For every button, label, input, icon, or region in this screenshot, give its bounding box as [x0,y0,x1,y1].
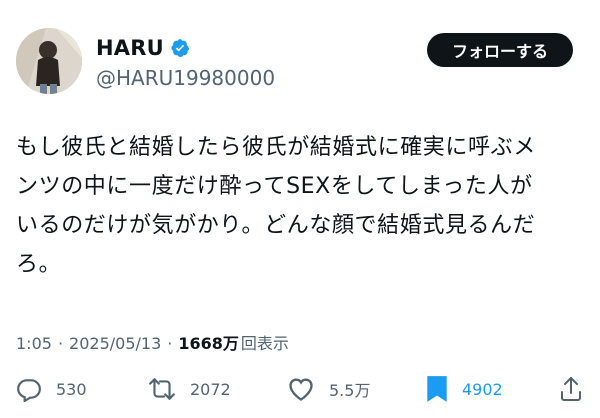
share-button[interactable] [559,374,583,404]
reply-icon [17,379,41,402]
author-handle[interactable]: @HARU19980000 [96,66,275,90]
meta-separator-2: · [167,334,173,353]
retweet-count: 2072 [190,379,231,399]
heart-icon [289,378,313,401]
bookmark-button[interactable]: 4902 [426,374,503,404]
reply-count: 530 [56,379,87,399]
verified-badge-icon [171,39,190,57]
author-name[interactable]: HARU [96,36,164,60]
views-count: 1668万 [178,334,239,353]
reply-button[interactable]: 530 [16,374,87,404]
views-label: 回表示 [240,334,289,353]
tweet-text: もし彼氏と結婚したら彼氏が結婚式に確実に呼ぶメ ンツの中に一度だけ酔ってSEXを… [16,135,536,277]
tweet-time[interactable]: 1:05 [16,334,52,353]
avatar[interactable] [16,28,82,94]
tweet-meta: 1:05 · 2025/05/13 · 1668万 回表示 [16,330,289,354]
follow-button[interactable]: フォローする [427,33,573,67]
tweet-date[interactable]: 2025/05/13 [69,334,161,353]
meta-separator: · [57,334,64,353]
like-count: 5.5万 [329,381,371,400]
like-button[interactable]: 5.5万 [287,374,370,404]
share-icon [561,377,581,401]
retweet-icon [149,378,175,400]
author-name-row: HARU [96,36,190,60]
retweet-button[interactable]: 2072 [148,374,231,404]
bookmark-icon [427,376,447,402]
profile-photo-icon [16,28,82,94]
bookmark-count: 4902 [462,379,503,399]
action-bar: 530 2072 5.5万 4902 [0,374,600,404]
